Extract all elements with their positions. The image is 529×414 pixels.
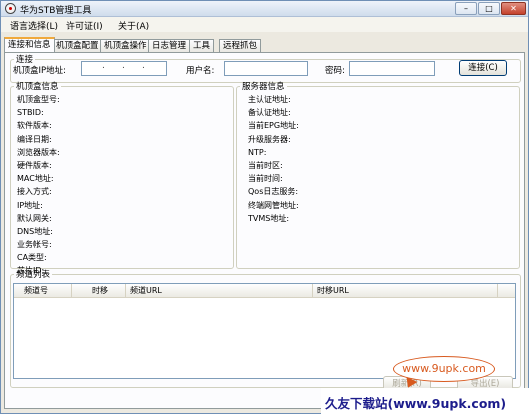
ntp-label: NTP: xyxy=(248,147,267,157)
stb-info-list: 机顶盒型号: STBID: 软件版本: 编译日期: 浏览器版本: 硬件版本: M… xyxy=(17,93,60,278)
tab-stb-operation[interactable]: 机顶盒操作 xyxy=(100,39,151,52)
backup-auth-address-label: 备认证地址: xyxy=(248,108,291,118)
tab-remote-capture[interactable]: 远程抓包 xyxy=(219,39,262,52)
close-button[interactable]: ✕ xyxy=(501,2,526,15)
mac-address-label: MAC地址: xyxy=(17,174,54,184)
username-label: 用户名: xyxy=(186,66,215,76)
terminal-nms-address-label: 终端网管地址: xyxy=(248,200,299,210)
stb-model-label: 机顶盒型号: xyxy=(17,95,60,104)
tab-stb-config[interactable]: 机顶盒配置 xyxy=(52,39,103,52)
tvms-address-label: TVMS地址: xyxy=(248,213,290,223)
browser-version-label: 浏览器版本: xyxy=(17,147,60,157)
channel-table-header: 频道号 时移 频道URL 时移URL xyxy=(14,284,515,298)
primary-auth-address-label: 主认证地址: xyxy=(248,95,291,104)
maximize-button[interactable]: □ xyxy=(478,2,500,15)
dns-address-label: DNS地址: xyxy=(17,226,53,236)
tab-connection-info[interactable]: 连接和信息 xyxy=(4,37,55,52)
password-label: 密码: xyxy=(325,66,345,76)
default-gateway-label: 默认网关: xyxy=(17,213,52,223)
window-title: 华为STB管理工具 xyxy=(20,6,92,16)
watermark-bubble: www.9upk.com xyxy=(393,356,495,382)
connect-button[interactable]: 连接(C) xyxy=(459,60,507,76)
build-date-label: 编译日期: xyxy=(17,134,52,144)
current-timezone-label: 当前时区: xyxy=(248,160,283,170)
minimize-button[interactable]: – xyxy=(455,2,477,15)
access-mode-label: 接入方式: xyxy=(17,187,52,197)
column-channel-url[interactable]: 频道URL xyxy=(126,284,313,298)
server-info-list: 主认证地址: 备认证地址: 当前EPG地址: 升级服务器: NTP: 当前时区:… xyxy=(248,93,299,225)
app-logo-icon xyxy=(5,3,16,14)
ip-label: 机顶盒IP地址: xyxy=(13,66,66,76)
channel-list-legend: 频道列表 xyxy=(16,270,51,280)
ca-type-label: CA类型: xyxy=(17,253,47,263)
menu-about[interactable]: 关于(A) xyxy=(115,18,152,33)
software-version-label: 软件版本: xyxy=(17,121,52,131)
server-info-legend: 服务器信息 xyxy=(242,82,285,92)
stb-info-legend: 机顶盒信息 xyxy=(16,82,59,92)
qos-log-service-label: Qos日志服务: xyxy=(248,187,299,197)
upgrade-server-label: 升级服务器: xyxy=(248,134,291,144)
menu-language[interactable]: 语言选择(L) xyxy=(7,18,61,33)
tab-tools[interactable]: 工具 xyxy=(189,39,215,52)
stbid-label: STBID: xyxy=(17,108,44,118)
watermark-url: www.9upk.com xyxy=(402,362,486,375)
current-time-label: 当前时间: xyxy=(248,174,283,184)
app-window: 华为STB管理工具 – □ ✕ 语言选择(L) 许可证(I) 关于(A) 连接和… xyxy=(0,0,529,414)
current-epg-address-label: 当前EPG地址: xyxy=(248,121,299,131)
ip-address-label: IP地址: xyxy=(17,200,43,210)
menu-license[interactable]: 许可证(I) xyxy=(63,18,106,33)
column-channel-number[interactable]: 频道号 xyxy=(14,284,72,298)
ip-input[interactable]: . . . xyxy=(81,61,167,76)
tab-log-management[interactable]: 日志管理 xyxy=(148,39,191,52)
column-timeshift[interactable]: 时移 xyxy=(72,284,126,298)
ip-separator: . xyxy=(142,61,145,71)
watermark-text: 久友下载站(www.9upk.com) xyxy=(325,396,507,411)
service-account-label: 业务帐号: xyxy=(17,240,52,250)
title-bar: 华为STB管理工具 – □ ✕ xyxy=(1,1,528,17)
watermark-banner: 久友下载站(www.9upk.com) xyxy=(321,388,529,414)
password-input[interactable] xyxy=(349,61,435,76)
column-timeshift-url[interactable]: 时移URL xyxy=(313,284,498,298)
username-input[interactable] xyxy=(224,61,308,76)
menu-bar: 语言选择(L) 许可证(I) 关于(A) xyxy=(1,17,528,32)
hardware-version-label: 硬件版本: xyxy=(17,160,52,170)
ip-separator: . xyxy=(122,61,125,71)
ip-separator: . xyxy=(102,61,105,71)
